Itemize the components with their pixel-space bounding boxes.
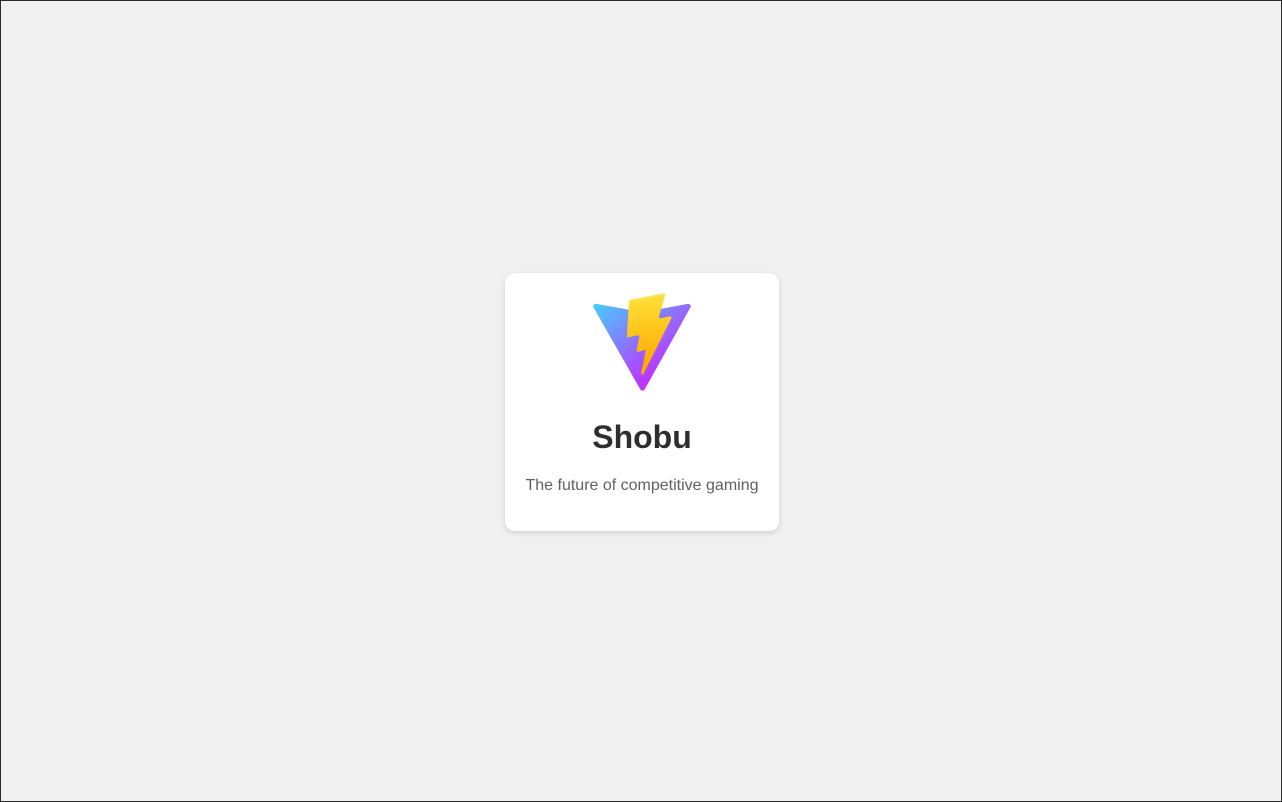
app-title: Shobu [592, 419, 692, 455]
app-viewport: Shobu The future of competitive gaming [0, 0, 1282, 802]
vite-logo-icon [591, 292, 693, 394]
welcome-card: Shobu The future of competitive gaming [505, 273, 779, 531]
app-tagline: The future of competitive gaming [525, 477, 759, 494]
